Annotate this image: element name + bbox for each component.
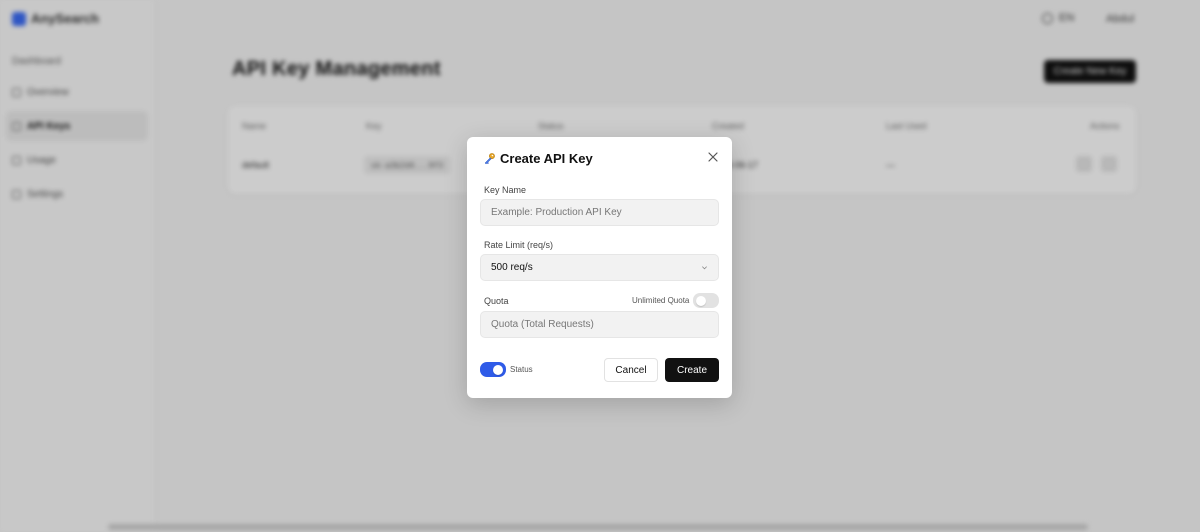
- status-toggle[interactable]: [480, 362, 506, 377]
- create-api-key-dialog: Create API Key Key Name Rate Limit (req/…: [467, 137, 732, 398]
- status-label: Status: [510, 365, 533, 374]
- key-name-label: Key Name: [484, 185, 527, 195]
- quota-input[interactable]: [480, 311, 719, 338]
- key-name-input[interactable]: [480, 199, 719, 226]
- chevron-down-icon: [702, 266, 707, 270]
- close-icon[interactable]: [707, 151, 719, 163]
- create-button[interactable]: Create: [665, 358, 719, 382]
- rate-limit-label: Rate Limit (req/s): [484, 240, 554, 250]
- key-emoji-icon: [484, 153, 495, 165]
- dialog-title: Create API Key: [483, 151, 593, 166]
- cancel-button[interactable]: Cancel: [604, 358, 658, 382]
- quota-label: Quota: [484, 296, 509, 306]
- rate-limit-value: 500 req/s: [491, 262, 533, 273]
- rate-limit-select[interactable]: 500 req/s: [480, 254, 719, 281]
- unlimited-quota-label: Unlimited Quota: [632, 296, 690, 305]
- toggle-knob: [696, 295, 706, 306]
- unlimited-quota-toggle[interactable]: [693, 293, 719, 308]
- dialog-title-text: Create API Key: [500, 151, 593, 166]
- toggle-knob: [493, 364, 503, 375]
